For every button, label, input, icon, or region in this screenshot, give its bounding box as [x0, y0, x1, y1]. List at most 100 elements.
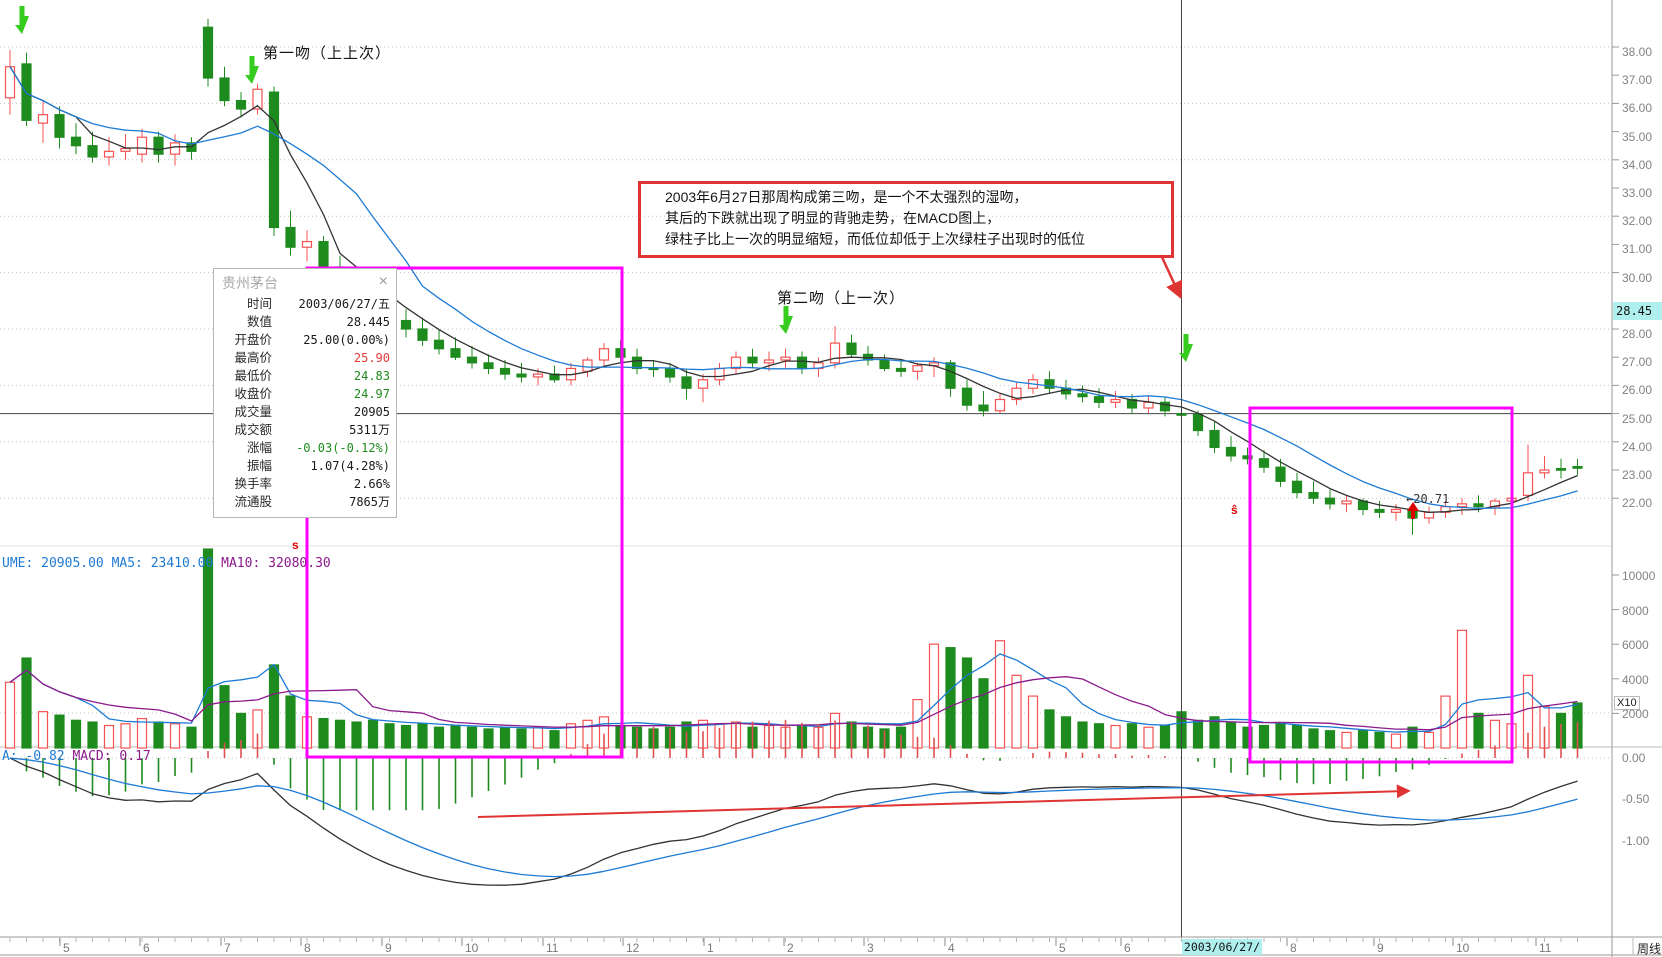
volume-axis-tick: 2000 — [1622, 707, 1649, 721]
tooltip-row-label: 最低价 — [214, 367, 272, 385]
price-axis-tick: 36.00 — [1622, 101, 1652, 115]
time-axis-month-label: 6 — [1124, 941, 1131, 955]
price-axis-tick: 24.00 — [1622, 440, 1652, 454]
volume-indicator-readout: UME: 20905.00 MA5: 23410.00 MA10: 32080.… — [2, 556, 331, 571]
price-axis-tick: 23.00 — [1622, 468, 1652, 482]
tooltip-row-value: 24.83 — [272, 367, 396, 385]
time-axis-month-label: 11 — [546, 941, 558, 955]
tooltip-row: 数值28.445 — [214, 313, 396, 331]
tooltip-row: 涨幅-0.03(-0.12%) — [214, 439, 396, 457]
tooltip-row-value: 5311万 — [272, 421, 396, 439]
sell-marker: ŝ — [1231, 503, 1238, 517]
tooltip-header: × 贵州茅台 — [214, 269, 396, 295]
volume-axis-tick: 4000 — [1622, 673, 1649, 687]
price-axis-tick: 26.00 — [1622, 383, 1652, 397]
close-icon[interactable]: × — [379, 271, 388, 293]
tooltip-row: 成交量20905 — [214, 403, 396, 421]
quote-tooltip-panel[interactable]: × 贵州茅台 时间2003/06/27/五数值28.445开盘价25.00(0.… — [213, 268, 397, 518]
tooltip-row-label: 流通股 — [214, 493, 272, 511]
note-line: 其后的下跌就出现了明显的背驰走势，在MACD图上， — [665, 208, 1171, 229]
time-axis-month-label: 11 — [1539, 941, 1551, 955]
indicator-value: A: -0.82 — [2, 749, 72, 764]
second-kiss-label: 第二吻（上一次） — [777, 287, 905, 308]
tooltip-row: 流通股7865万 — [214, 493, 396, 511]
time-axis-month-label: 6 — [143, 941, 150, 955]
macd-axis-tick: -0.50 — [1622, 792, 1649, 806]
price-axis-tick: 37.00 — [1622, 73, 1652, 87]
time-axis-month-label: 8 — [1290, 941, 1297, 955]
indicator-value: UME: 20905.00 — [2, 556, 112, 571]
note-line: 2003年6月27日那周构成第三吻，是一个不太强烈的湿吻， — [665, 187, 1171, 208]
price-axis-tick: 27.00 — [1622, 355, 1652, 369]
price-axis-tick: 28.00 — [1622, 327, 1652, 341]
tooltip-row: 时间2003/06/27/五 — [214, 295, 396, 313]
time-axis-month-label: 7 — [224, 941, 231, 955]
indicator-value: MA10: 32080.30 — [221, 556, 331, 571]
tooltip-rows: 时间2003/06/27/五数值28.445开盘价25.00(0.00%)最高价… — [214, 295, 396, 511]
time-axis-month-label: 9 — [1377, 941, 1384, 955]
time-axis-month-label: 4 — [948, 941, 955, 955]
price-axis-tick: 35.00 — [1622, 130, 1652, 144]
time-axis-month-label: 8 — [304, 941, 311, 955]
tooltip-row: 最低价24.83 — [214, 367, 396, 385]
time-axis-month-label: 10 — [465, 941, 478, 955]
macd-indicator-readout: A: -0.82 MACD: 0.17 — [2, 749, 151, 764]
time-axis-month-label: 3 — [867, 941, 874, 955]
crosshair-price-tag: 28.45 — [1613, 302, 1662, 320]
price-axis-tick: 34.00 — [1622, 158, 1652, 172]
first-kiss-label: 第一吻（上上次） — [263, 42, 391, 63]
period-label[interactable]: 周线 — [1637, 940, 1661, 957]
price-axis-tick: 38.00 — [1622, 45, 1652, 59]
tooltip-row: 最高价25.90 — [214, 349, 396, 367]
tooltip-row-label: 换手率 — [214, 475, 272, 493]
tooltip-row-value: 25.00(0.00%) — [272, 331, 396, 349]
tooltip-row-label: 最高价 — [214, 349, 272, 367]
low-price-label: ←20.71 — [1406, 492, 1449, 506]
price-axis-tick: 25.00 — [1622, 412, 1652, 426]
tooltip-row-value: 25.90 — [272, 349, 396, 367]
chart-application-window: × 贵州茅台 时间2003/06/27/五数值28.445开盘价25.00(0.… — [0, 0, 1662, 957]
volume-axis-tick: 6000 — [1622, 638, 1649, 652]
price-axis-tick: 31.00 — [1622, 242, 1652, 256]
time-axis-month-label: 10 — [1456, 941, 1469, 955]
tooltip-row: 收盘价24.97 — [214, 385, 396, 403]
analysis-note-box: 2003年6月27日那周构成第三吻，是一个不太强烈的湿吻， 其后的下跌就出现了明… — [638, 181, 1174, 258]
tooltip-row-value: 2003/06/27/五 — [272, 295, 396, 313]
macd-axis-tick: 0.00 — [1622, 751, 1645, 765]
tooltip-row: 振幅1.07(4.28%) — [214, 457, 396, 475]
tooltip-row-value: -0.03(-0.12%) — [272, 439, 396, 457]
time-axis-month-label: 5 — [63, 941, 70, 955]
stock-name: 贵州茅台 — [222, 275, 278, 291]
volume-axis-tick: 8000 — [1622, 604, 1649, 618]
volume-axis-tick: 10000 — [1622, 569, 1655, 583]
tooltip-row-label: 开盘价 — [214, 331, 272, 349]
macd-axis-tick: -1.00 — [1622, 834, 1649, 848]
price-axis-tick: 30.00 — [1622, 271, 1652, 285]
tooltip-row-value: 20905 — [272, 403, 396, 421]
tooltip-row-label: 振幅 — [214, 457, 272, 475]
tooltip-row: 开盘价25.00(0.00%) — [214, 331, 396, 349]
tooltip-row-label: 涨幅 — [214, 439, 272, 457]
tooltip-row: 成交额5311万 — [214, 421, 396, 439]
note-line: 绿柱子比上一次的明显缩短，而低位却低于上次绿柱子出现时的低位 — [665, 229, 1171, 250]
time-axis-month-label: 9 — [385, 941, 392, 955]
time-axis-month-label: 5 — [1059, 941, 1066, 955]
tooltip-row: 换手率2.66% — [214, 475, 396, 493]
tooltip-row-value: 2.66% — [272, 475, 396, 493]
price-axis-tick: 22.00 — [1622, 496, 1652, 510]
tooltip-row-value: 24.97 — [272, 385, 396, 403]
tooltip-row-value: 28.445 — [272, 313, 396, 331]
price-axis-tick: 33.00 — [1622, 186, 1652, 200]
indicator-value: MA5: 23410.00 — [112, 556, 222, 571]
time-axis-month-label: 1 — [707, 941, 714, 955]
tooltip-row-label: 成交量 — [214, 403, 272, 421]
tooltip-row-label: 数值 — [214, 313, 272, 331]
price-axis-tick: 32.00 — [1622, 214, 1652, 228]
tooltip-row-label: 时间 — [214, 295, 272, 313]
sell-marker: s — [292, 538, 299, 552]
tooltip-row-label: 成交额 — [214, 421, 272, 439]
volume-bars-layer — [6, 549, 1583, 748]
crosshair-date-tag: 2003/06/27/五 — [1182, 939, 1262, 955]
time-axis-month-label: 12 — [626, 941, 639, 955]
time-axis-month-label: 2 — [787, 941, 794, 955]
